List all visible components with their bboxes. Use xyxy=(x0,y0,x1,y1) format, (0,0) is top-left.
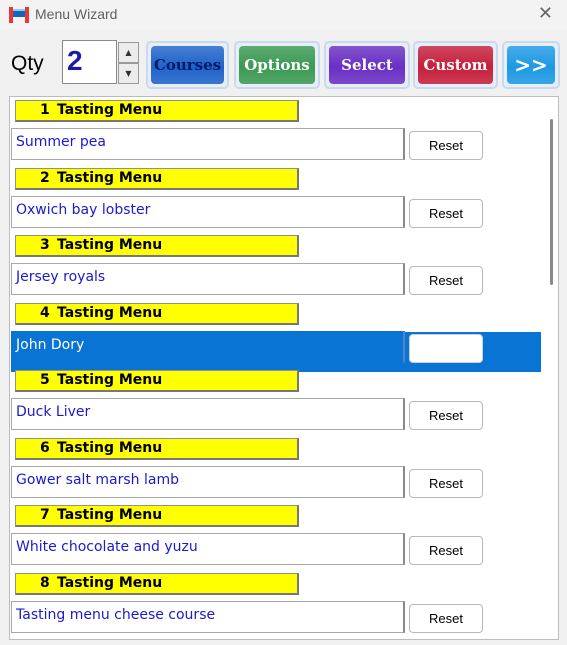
course-header[interactable]: 4 Tasting Menu xyxy=(15,302,299,325)
qty-value: 2 xyxy=(67,45,83,76)
app-icon xyxy=(9,7,29,23)
course-header[interactable]: 2 Tasting Menu xyxy=(15,167,299,190)
qty-down-arrow-icon[interactable]: ▼ xyxy=(118,63,139,84)
next-button-label: >> xyxy=(507,46,555,84)
options-button[interactable]: Options xyxy=(234,41,320,89)
course-header-label: Tasting Menu xyxy=(57,439,163,456)
course-header-label: Tasting Menu xyxy=(57,304,163,321)
reset-button[interactable]: Reset xyxy=(409,536,483,565)
qty-label: Qty xyxy=(11,52,44,75)
course-header-label: Tasting Menu xyxy=(57,574,163,591)
course-dish-field[interactable]: Gower salt marsh lamb xyxy=(11,465,405,498)
custom-button-label: Custom xyxy=(418,46,493,84)
options-button-label: Options xyxy=(239,46,315,84)
courses-button-label: Courses xyxy=(151,46,224,84)
qty-up-arrow-icon[interactable]: ▲ xyxy=(118,42,139,63)
course-dish-field[interactable]: Summer pea xyxy=(11,128,405,160)
reset-button[interactable]: Reset xyxy=(409,198,483,228)
toolbar: Qty 2 ▲ ▼ Courses Options Select Custom … xyxy=(0,30,567,96)
window-edge xyxy=(560,30,567,645)
course-dish-field[interactable]: Jersey royals xyxy=(11,263,405,295)
qty-input[interactable]: 2 xyxy=(62,40,117,84)
select-button[interactable]: Select xyxy=(324,41,410,89)
reset-button[interactable]: Reset xyxy=(409,468,483,498)
course-header[interactable]: 6 Tasting Menu xyxy=(15,437,299,460)
reset-button[interactable]: Reset xyxy=(409,603,483,633)
course-header[interactable]: 7 Tasting Menu xyxy=(15,505,299,527)
course-dish-field[interactable]: Oxwich bay lobster xyxy=(11,195,405,228)
course-dish-field[interactable]: Duck Liver xyxy=(11,398,405,430)
next-button[interactable]: >> xyxy=(502,41,560,89)
course-header[interactable]: 1 Tasting Menu xyxy=(15,100,299,122)
reset-button[interactable]: Reset xyxy=(409,266,483,295)
course-number: 1 xyxy=(40,102,50,118)
course-number: 2 xyxy=(40,169,50,186)
course-header-label: Tasting Menu xyxy=(57,169,163,186)
reset-button[interactable]: Reset xyxy=(409,131,483,160)
course-header-label: Tasting Menu xyxy=(57,372,163,388)
course-number: 8 xyxy=(40,574,50,591)
course-number: 3 xyxy=(40,237,50,253)
courses-button[interactable]: Courses xyxy=(146,41,229,89)
course-number: 6 xyxy=(40,439,50,456)
custom-button[interactable]: Custom xyxy=(413,41,498,89)
title-bar: Menu Wizard ✕ xyxy=(0,0,567,31)
course-number: 7 xyxy=(40,507,50,523)
reset-button[interactable] xyxy=(409,333,483,363)
select-button-label: Select xyxy=(329,46,405,84)
course-dish-field[interactable]: Tasting menu cheese course xyxy=(11,600,405,633)
course-list[interactable]: 1 Tasting Menu Summer pea Reset 2 Tasting Men… xyxy=(9,96,559,640)
close-icon[interactable]: ✕ xyxy=(538,5,553,23)
course-number: 5 xyxy=(40,372,50,388)
course-header-label: Tasting Menu xyxy=(57,102,163,118)
course-header[interactable]: 5 Tasting Menu xyxy=(15,370,299,392)
course-dish-field[interactable]: John Dory xyxy=(11,330,405,363)
course-header[interactable]: 8 Tasting Menu xyxy=(15,572,299,595)
course-header-label: Tasting Menu xyxy=(57,507,163,523)
reset-button[interactable]: Reset xyxy=(409,401,483,430)
course-number: 4 xyxy=(40,304,50,321)
course-dish-field[interactable]: White chocolate and yuzu xyxy=(11,533,405,565)
course-header-label: Tasting Menu xyxy=(57,237,163,253)
scrollbar-thumb[interactable] xyxy=(550,119,553,285)
course-header[interactable]: 3 Tasting Menu xyxy=(15,235,299,257)
window-title: Menu Wizard xyxy=(35,6,118,22)
